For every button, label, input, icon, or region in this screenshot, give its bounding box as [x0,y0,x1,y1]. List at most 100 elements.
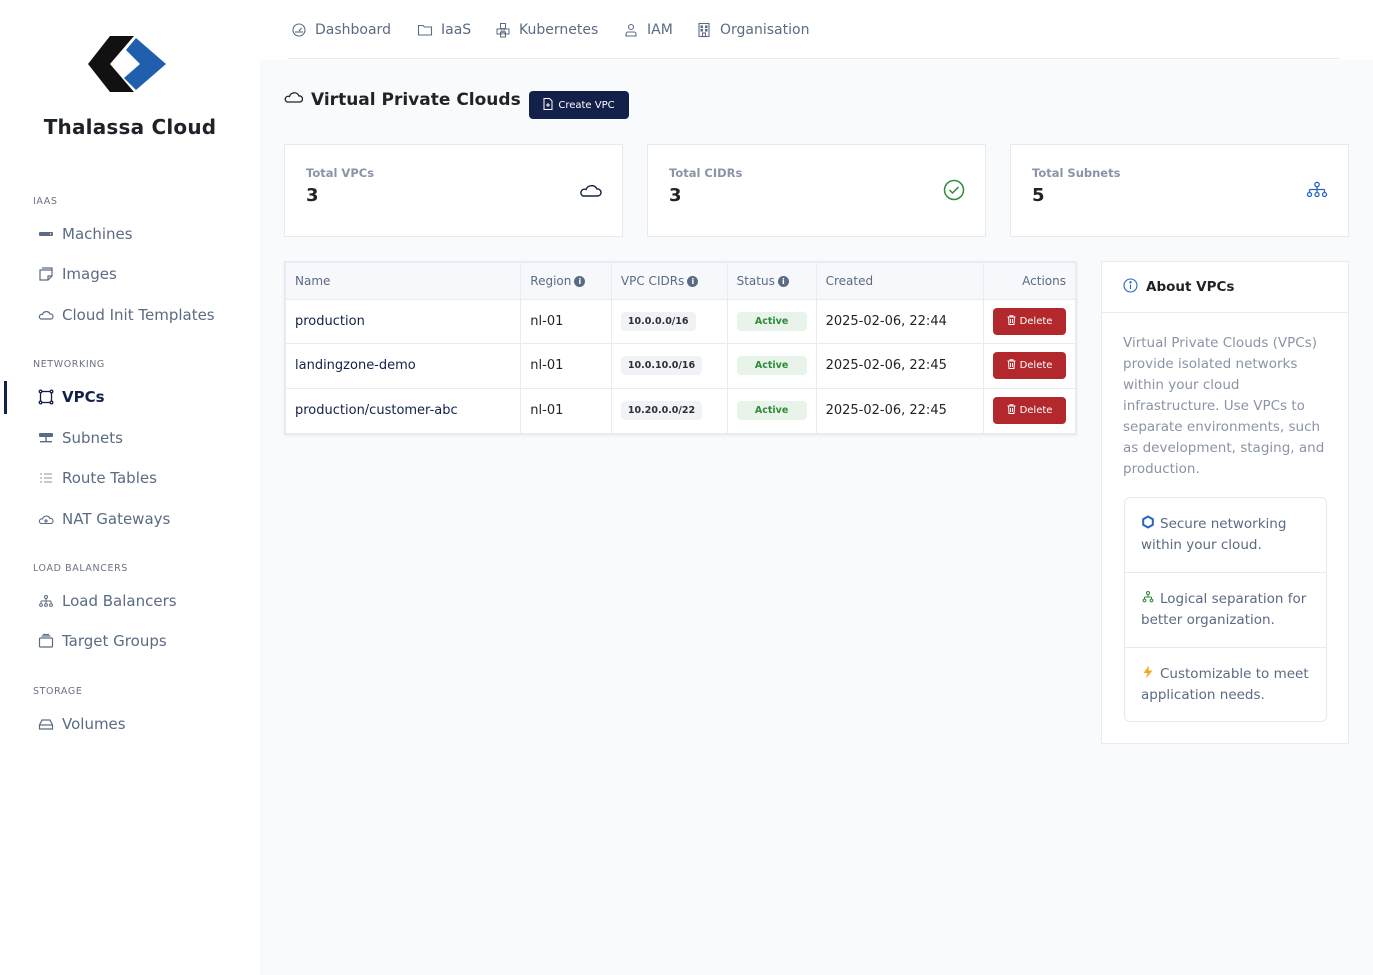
feature-item: Customizable to meet application needs. [1125,648,1326,723]
delete-button[interactable]: Delete [993,352,1066,380]
vpc-status-cell: Active [727,388,817,433]
delete-button[interactable]: Delete [993,397,1066,424]
column-header-region[interactable]: Region i [520,263,612,300]
table-row[interactable]: production nl-01 10.0.0.0/16 Active 2025… [286,299,1075,344]
vpc-region: nl-01 [520,299,612,344]
tab-label: Kubernetes [519,22,599,38]
sidebar-item-nat-gateways[interactable]: NAT Gateways [38,507,170,531]
sidebar-item-label: Volumes [62,715,126,733]
sidebar-item-label: Subnets [62,429,123,447]
tab-label: IAM [647,22,673,38]
about-vpcs-panel: About VPCs Virtual Private Clouds (VPCs)… [1101,261,1349,744]
vpc-table: Name Region i VPC CIDRs i Status i Created … [284,261,1077,435]
stat-card-total-vpcs: Total VPCs 3 [284,144,623,237]
sidebar-item-target-groups[interactable]: Target Groups [38,629,167,653]
vpc-actions: Delete [984,388,1076,433]
section-label-networking: NETWORKING [33,359,105,370]
column-header-name[interactable]: Name [286,263,522,300]
stat-label: Total Subnets [1032,166,1121,180]
page-title: Virtual Private Clouds [284,89,521,110]
vpc-actions: Delete [983,299,1075,344]
vpc-icon [38,389,54,405]
vpc-cidr-cell: 10.20.0.0/22 [611,388,728,433]
layers-icon [38,633,54,649]
column-header-vpc-cidrs[interactable]: VPC CIDRs i [611,263,728,300]
sitemap-icon [38,593,54,609]
brand-name: Thalassa Cloud [43,115,217,139]
page-title-text: Virtual Private Clouds [311,89,521,110]
column-header-created[interactable]: Created [816,263,985,300]
sidebar-item-label: Route Tables [62,469,157,487]
sidebar-item-label: Machines [62,225,133,243]
user-icon [623,22,639,38]
feature-list: Secure networking within your cloud. Log… [1124,497,1327,722]
sitemap-icon [1141,590,1156,604]
thalassa-logo [88,36,166,92]
vpc-actions: Delete [983,343,1075,389]
vpc-status-cell: Active [727,299,817,344]
column-label: Region [530,273,572,288]
info-icon[interactable]: i [777,275,789,287]
column-label: Name [295,273,331,288]
sidebar: Thalassa Cloud IAAS Machines Images Clou… [0,0,260,975]
tab-label: IaaS [441,22,472,38]
sidebar-item-load-balancers[interactable]: Load Balancers [38,589,177,613]
stat-card-total-cidrs: Total CIDRs 3 [647,144,986,237]
list-icon [38,470,54,486]
tab-dashboard[interactable]: Dashboard [291,20,391,40]
topnav-divider [288,58,1340,59]
column-header-status[interactable]: Status i [727,263,817,300]
vpc-created: 2025-02-06, 22:44 [816,299,985,344]
stat-value: 3 [669,185,682,206]
column-label: Status [736,273,775,288]
tab-kubernetes[interactable]: Kubernetes [495,20,598,40]
create-vpc-button[interactable]: Create VPC [529,91,629,119]
table-row[interactable]: production/customer-abc nl-01 10.20.0.0/… [286,388,1075,433]
delete-label: Delete [1019,360,1053,372]
delete-label: Delete [1019,315,1053,327]
sidebar-item-machines[interactable]: Machines [38,222,133,246]
sidebar-item-volumes[interactable]: Volumes [38,712,126,736]
about-title: About VPCs [1146,279,1235,295]
column-label: Actions [1022,273,1066,288]
vpc-created: 2025-02-06, 22:45 [816,343,985,389]
cidr-tag: 10.20.0.0/22 [620,401,703,420]
tab-iam[interactable]: IAM [623,20,673,40]
table-row[interactable]: landingzone-demo nl-01 10.0.10.0/16 Acti… [286,343,1075,389]
about-description: Virtual Private Clouds (VPCs) provide is… [1123,335,1325,477]
trash-icon [1007,404,1016,417]
vpc-region: nl-01 [520,388,612,433]
info-icon[interactable]: i [687,275,699,287]
vpc-name[interactable]: production [286,299,522,344]
info-icon[interactable]: i [574,275,586,287]
sidebar-item-cloud-init-templates[interactable]: Cloud Init Templates [38,303,215,327]
sidebar-item-subnets[interactable]: Subnets [38,426,123,450]
delete-button[interactable]: Delete [993,307,1066,335]
vpc-cidr-cell: 10.0.0.0/16 [611,299,728,344]
info-circle-icon [1123,277,1138,297]
subnet-icon [38,430,54,446]
tab-organisation[interactable]: Organisation [696,20,809,40]
gauge-icon [291,22,307,38]
cloud-plus-icon [38,511,54,527]
feature-item: Secure networking within your cloud. [1125,498,1326,573]
tab-label: Organisation [720,22,810,38]
trash-icon [1007,314,1016,328]
sidebar-item-vpcs[interactable]: VPCs [38,385,105,409]
cloud-icon [580,179,602,201]
gear-icon [1141,515,1156,529]
sitemap-icon [1306,179,1328,201]
vpc-name[interactable]: production/customer-abc [286,388,522,433]
tab-label: Dashboard [315,22,391,38]
vpc-status-cell: Active [727,343,817,389]
vpc-name[interactable]: landingzone-demo [286,343,522,389]
section-label-storage: STORAGE [33,686,83,697]
stat-label: Total VPCs [306,166,375,180]
sidebar-item-label: Images [62,265,117,283]
sidebar-item-route-tables[interactable]: Route Tables [38,466,157,490]
bolt-icon [1141,665,1156,679]
tab-iaas[interactable]: IaaS [417,20,471,40]
stat-value: 5 [1032,185,1045,206]
sidebar-item-images[interactable]: Images [38,262,117,286]
status-badge: Active [736,311,807,331]
